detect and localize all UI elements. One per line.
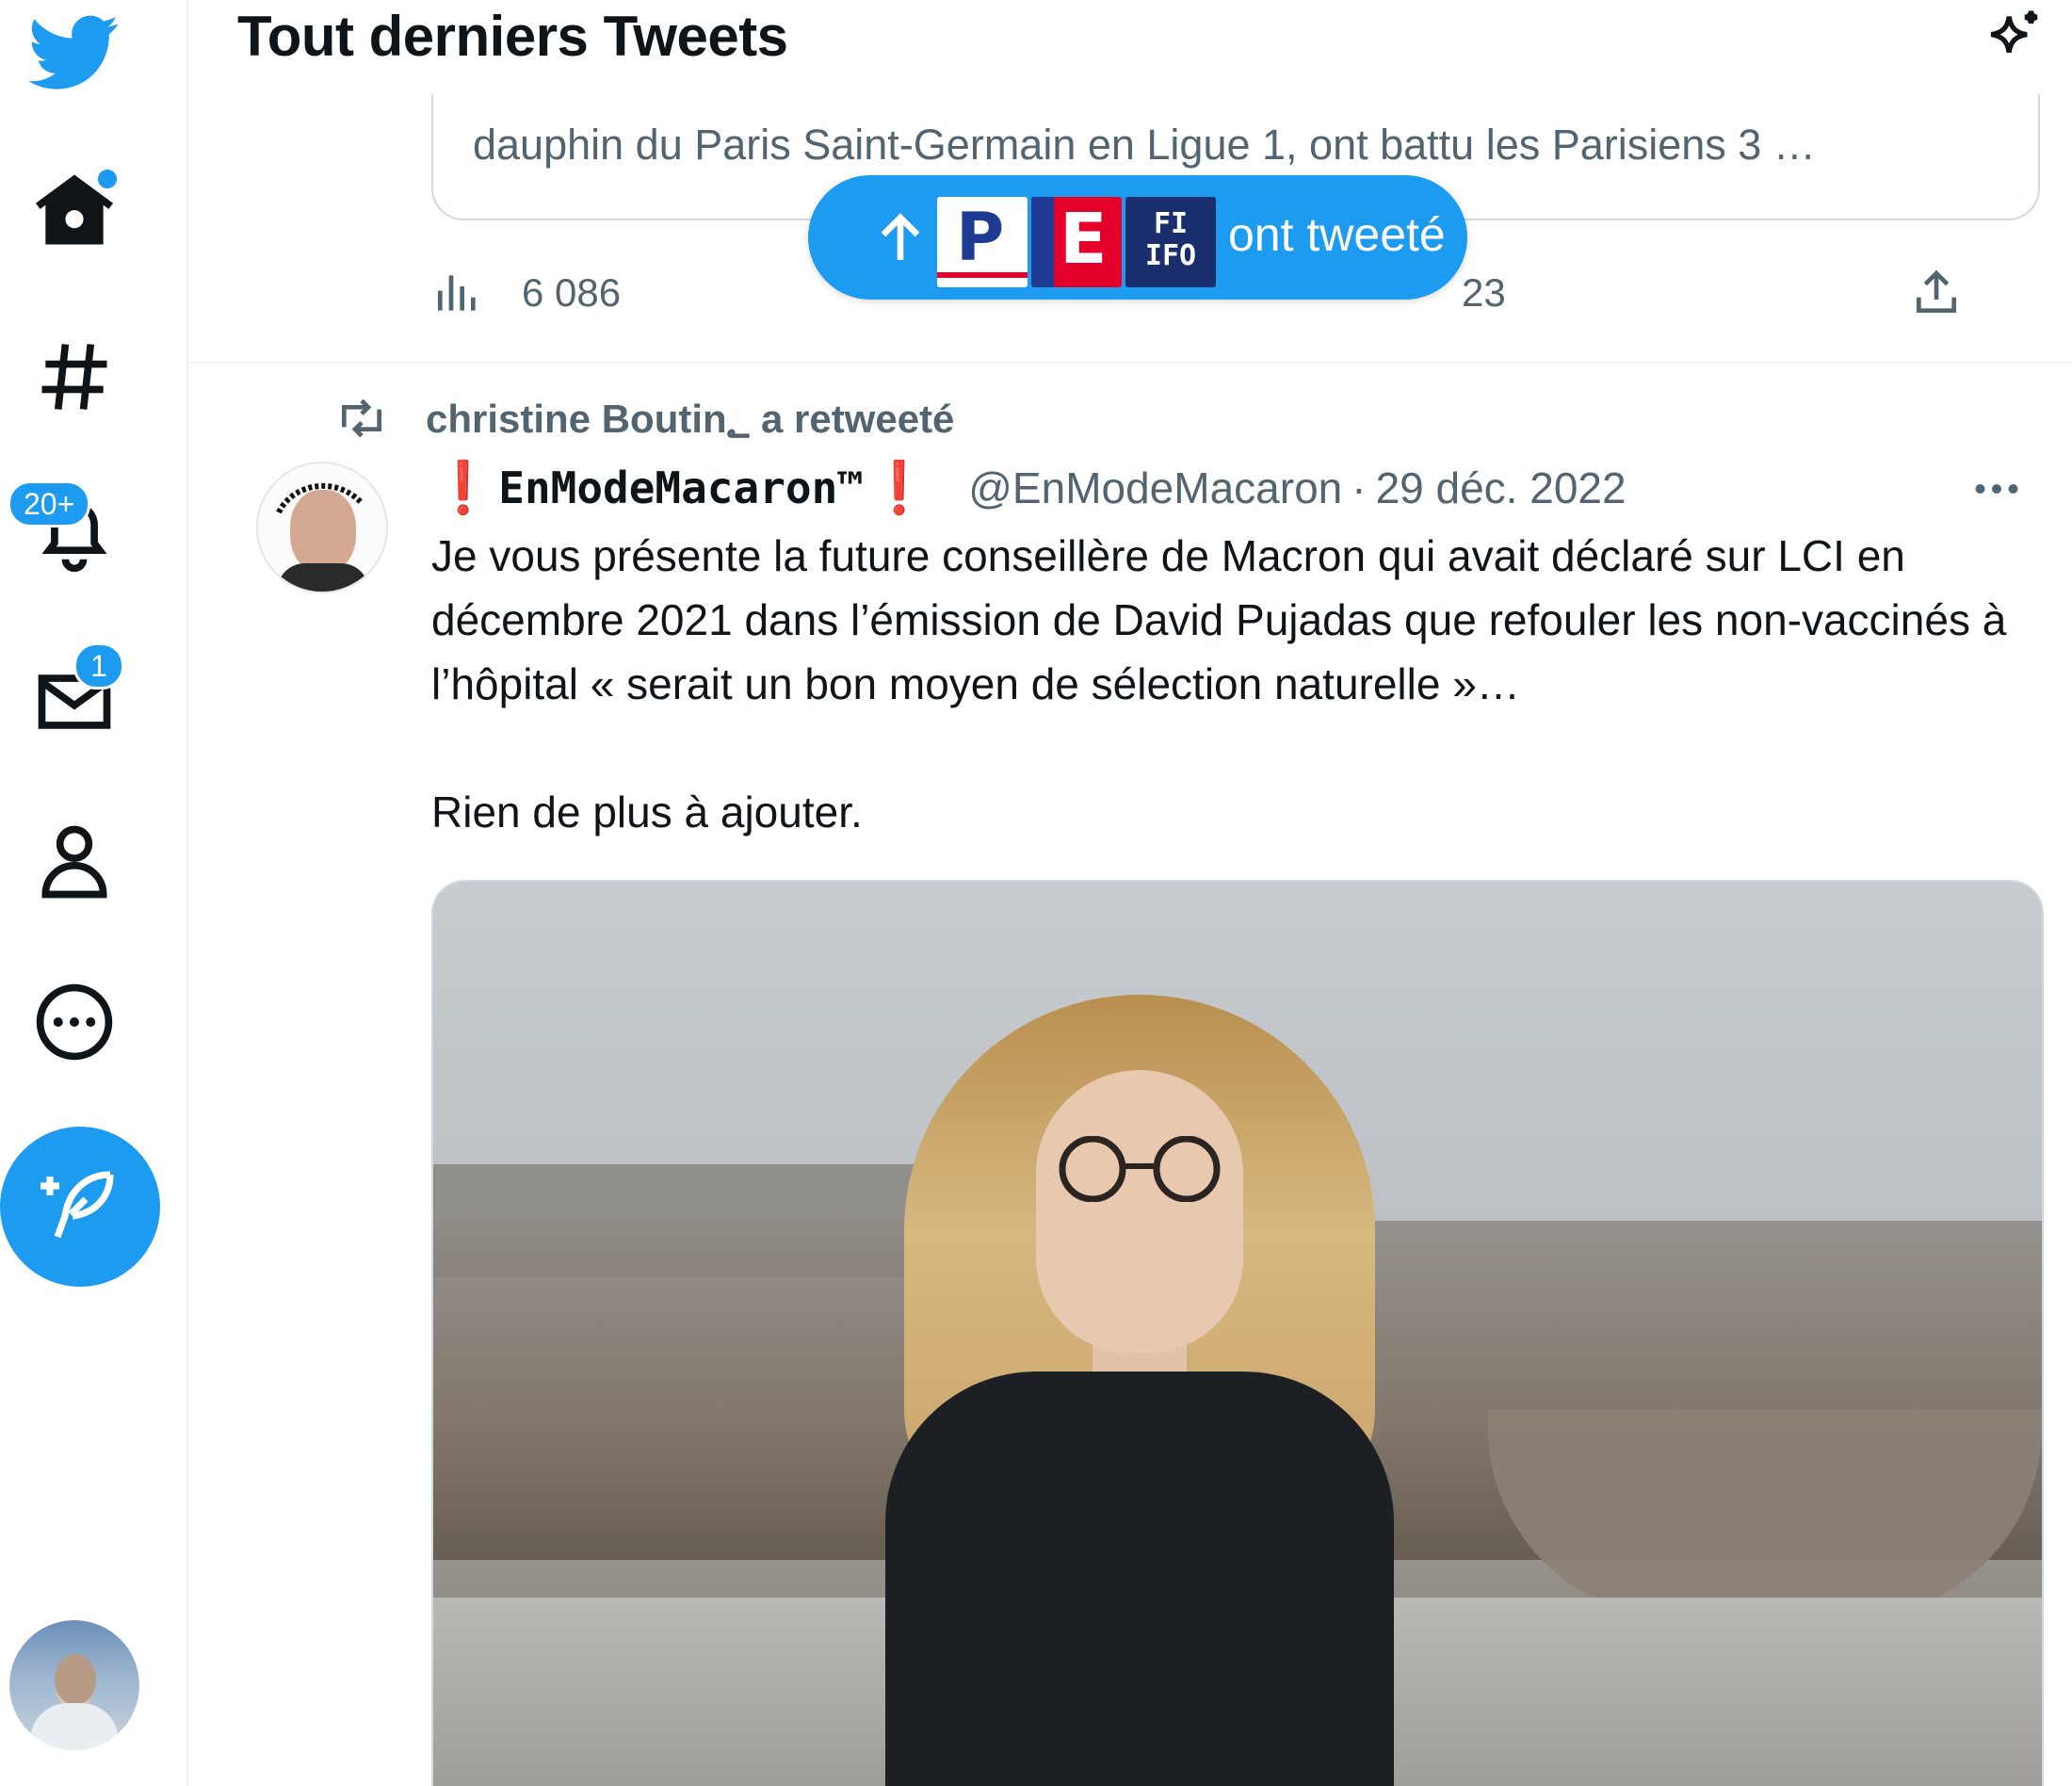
account-avatar[interactable] <box>9 1620 139 1750</box>
tweet-header: ❗ EnModeMacaron™ ❗ @EnModeMacaron · 29 d… <box>431 456 1627 520</box>
messages-count-badge: 1 <box>73 642 124 690</box>
arrow-up-icon <box>881 213 920 260</box>
avatar-ring-lettering <box>276 482 364 514</box>
person-icon <box>41 825 107 899</box>
pill-avatar-3: FI IFO <box>1123 194 1219 290</box>
more-circle-icon <box>36 983 113 1061</box>
header-separator: · <box>1352 463 1367 512</box>
compose-tweet-button[interactable] <box>0 1127 160 1287</box>
timeline-column: Tout derniers Tweets dauphin du Paris Sa… <box>188 0 2072 1786</box>
new-tweets-pill[interactable]: P E FI IFO ont tweeté <box>808 175 1467 300</box>
twitter-logo-icon <box>29 15 119 89</box>
more-dots-icon[interactable] <box>1968 465 2025 512</box>
name-emoji-right: ❗ <box>866 458 931 517</box>
home-new-dot <box>96 168 119 190</box>
timeline-header: Tout derniers Tweets <box>188 0 2072 87</box>
nav-more[interactable] <box>23 970 126 1074</box>
nav-notifications[interactable]: 20+ <box>8 480 126 584</box>
photo-subject-glasses <box>1059 1136 1221 1202</box>
compose-feather-icon <box>40 1171 114 1239</box>
retweet-context[interactable]: christine Boutin؂ a retweeté <box>335 392 954 445</box>
side-nav: 20+ 1 <box>0 0 188 1786</box>
retweet-context-label: christine Boutin؂ a retweeté <box>426 396 955 441</box>
nav-explore[interactable] <box>23 325 126 429</box>
photo-subject-face <box>1036 1070 1243 1353</box>
photo-bg-bridge <box>1488 1409 2042 1616</box>
pill-avatar-1-bar <box>937 272 1028 278</box>
pill-avatar-2: E <box>1028 194 1125 290</box>
tweet-text: Je vous présente la future conseillère d… <box>431 524 2051 844</box>
photo-subject-jacket <box>885 1372 1394 1786</box>
nav-profile[interactable] <box>23 810 126 914</box>
sparkle-icon[interactable] <box>1982 6 2048 72</box>
tweet-text-paragraph-1: Je vous présente la future conseillère d… <box>431 531 2007 708</box>
views-action[interactable]: 6 086 <box>431 260 621 326</box>
pill-avatar-3-glyph: FI IFO <box>1144 207 1197 272</box>
link-card-description: dauphin du Paris Saint-Germain en Ligue … <box>473 121 1816 169</box>
author-handle[interactable]: @EnModeMacaron <box>968 463 1342 513</box>
tweet-divider <box>188 362 2072 364</box>
likes-count: 23 <box>1462 270 1506 315</box>
share-icon <box>1917 269 1956 313</box>
avatar-shirt-shape <box>30 1703 119 1750</box>
notifications-count-badge: 20+ <box>8 480 91 528</box>
views-icon <box>438 275 476 311</box>
retweet-icon <box>342 398 381 438</box>
author-display-name[interactable]: EnModeMacaron™ <box>498 463 864 513</box>
tweet-date[interactable]: 29 déc. 2022 <box>1376 463 1627 513</box>
pill-avatar-1: P <box>934 194 1030 290</box>
views-count: 6 086 <box>522 270 622 315</box>
nav-home[interactable] <box>23 160 126 264</box>
pill-avatar-1-glyph: P <box>956 199 1005 276</box>
name-emoji-left: ❗ <box>431 458 495 517</box>
pill-avatar-2-stripe <box>1031 197 1054 287</box>
tweet-text-paragraph-2: Rien de plus à ajouter. <box>431 787 863 836</box>
avatar-head-shape <box>55 1654 96 1705</box>
twitter-logo[interactable] <box>23 0 126 104</box>
hashtag-icon <box>41 344 107 410</box>
tweet-photo[interactable] <box>431 880 2044 1786</box>
author-avatar[interactable] <box>256 462 388 593</box>
new-tweets-label: ont tweeté <box>1228 208 1446 261</box>
nav-messages[interactable]: 1 <box>23 642 126 754</box>
pill-avatar-2-glyph: E <box>1060 199 1108 280</box>
page-title: Tout derniers Tweets <box>237 5 788 68</box>
share-action[interactable] <box>1910 260 2000 326</box>
